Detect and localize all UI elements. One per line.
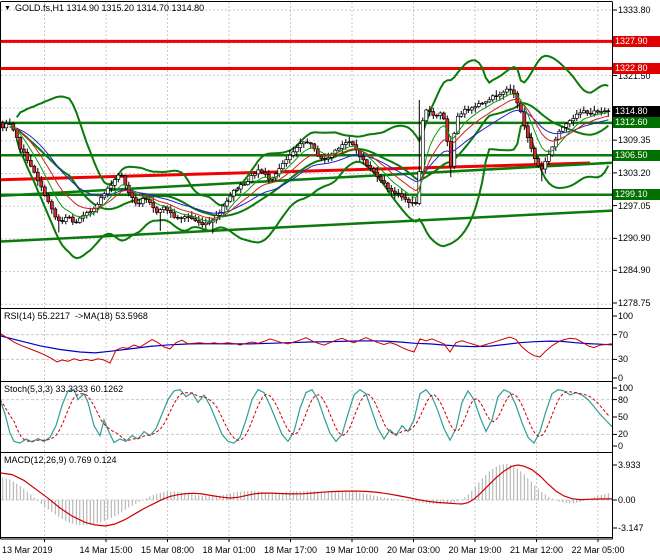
- rsi-axis-label: 100: [618, 311, 634, 321]
- price-axis-label: 1290.90: [618, 233, 651, 244]
- time-axis-label: 15 Mar 08:00: [140, 545, 195, 555]
- price-badge-current: 1314.80: [613, 105, 660, 117]
- time-axis-label: 14 Mar 15:00: [79, 545, 133, 555]
- chart-canvas: [0, 0, 660, 560]
- chart-title-bar: ▼ GOLD.fs,H1 1314.90 1315.20 1314.70 131…: [4, 3, 204, 13]
- time-axis-label: 20 Mar 03:00: [386, 545, 441, 555]
- time-axis-label: 19 Mar 10:00: [325, 545, 379, 555]
- symbol-title: GOLD.fs,H1 1314.90 1315.20 1314.70 1314.…: [14, 3, 205, 13]
- macd-indicator-label: MACD(12,26,9) 0.769 0.124: [4, 455, 117, 465]
- chart-window: ▼ GOLD.fs,H1 1314.90 1315.20 1314.70 131…: [0, 0, 660, 560]
- price-badge-resistance: 1327.90: [613, 35, 660, 47]
- price-badge-support: 1312.60: [613, 117, 660, 129]
- stoch-axis-label: 20: [618, 429, 629, 440]
- price-badge-support: 1299.10: [613, 189, 660, 201]
- price-axis-label: 1297.05: [618, 200, 651, 211]
- time-axis-label: 20 Mar 19:00: [448, 545, 502, 555]
- time-axis-label: 13 Mar 2019: [2, 545, 53, 555]
- price-badge-support: 1306.50: [613, 149, 660, 161]
- time-axis-label: 18 Mar 17:00: [263, 545, 318, 555]
- stoch-indicator-label: Stoch(5,3,3) 33.3333 60.1262: [4, 384, 124, 394]
- price-axis-label: 1278.75: [618, 298, 651, 308]
- macd-axis-label: 0.00: [618, 495, 636, 505]
- stoch-axis-label: 100: [618, 383, 634, 393]
- macd-axis-label: -3.147: [618, 523, 644, 533]
- stoch-axis-label: 80: [618, 394, 629, 405]
- rsi-axis-label: 30: [618, 354, 629, 365]
- price-axis-label: 1333.80: [618, 5, 651, 15]
- rsi-axis-label: 0: [618, 373, 624, 383]
- time-axis-label: 21 Mar 12:00: [509, 545, 564, 555]
- price-axis-label: 1303.20: [618, 167, 651, 178]
- stoch-axis-label: 0: [618, 441, 624, 451]
- price-axis-label: 1309.35: [618, 135, 651, 146]
- time-axis-label: 18 Mar 01:00: [202, 545, 256, 555]
- stoch-axis-label: 50: [618, 412, 629, 422]
- price-axis-label: 1284.90: [618, 265, 651, 276]
- time-axis-label: 22 Mar 05:00: [571, 545, 625, 555]
- macd-axis-label: 3.933: [618, 460, 641, 470]
- symbol-dropdown-icon[interactable]: ▼: [4, 5, 11, 12]
- price-badge-resistance: 1322.80: [613, 63, 660, 74]
- rsi-indicator-label: RSI(14) 55.2217 ->MA(18) 53.5968: [4, 311, 148, 321]
- rsi-axis-label: 70: [618, 329, 629, 340]
